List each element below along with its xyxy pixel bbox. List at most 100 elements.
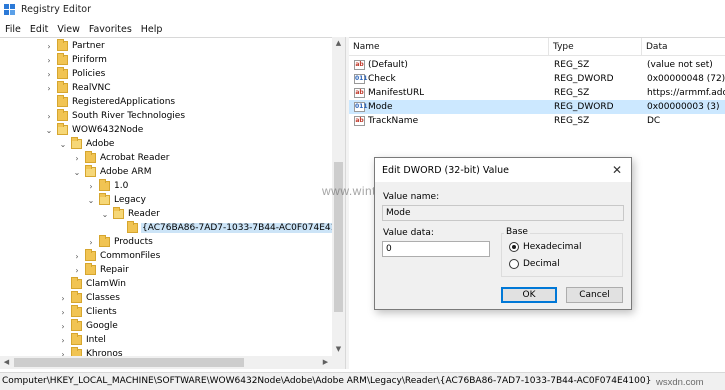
expanded-chevron-icon[interactable]: ⌄ [100,207,110,221]
dialog-title: Edit DWORD (32-bit) Value [382,165,509,176]
scroll-down-icon[interactable]: ▼ [332,343,345,356]
tree-item[interactable]: › Repair [72,263,130,277]
scroll-right-icon[interactable]: ▶ [319,356,332,369]
no-chevron-spacer [44,95,54,109]
tree-item[interactable]: ⌄ Adobe [58,137,115,151]
site-mark: wsxdn.com [656,377,704,388]
tree-item-label: {AC76BA86-7AD7-1033-7B44-AC0F074E4100} [141,223,345,233]
expanded-chevron-icon[interactable]: ⌄ [72,165,82,179]
scroll-up-icon[interactable]: ▲ [332,37,345,50]
folder-icon [71,277,82,289]
radio-hexadecimal-label: Hexadecimal [523,242,582,252]
menu-favorites[interactable]: Favorites [85,24,136,35]
value-row[interactable]: ab ManifestURL REG_SZ https://armmf.ado [349,86,725,100]
radio-decimal[interactable]: Decimal [509,259,560,269]
status-path: Computer\HKEY_LOCAL_MACHINE\SOFTWARE\WOW… [2,376,652,386]
value-type: REG_SZ [554,60,590,70]
tree-item[interactable]: ⌄ Reader [100,207,161,221]
string-value-icon: ab [354,60,365,70]
folder-icon [57,81,68,93]
collapsed-chevron-icon[interactable]: › [86,179,96,193]
collapsed-chevron-icon[interactable]: › [72,263,82,277]
no-chevron-spacer [114,221,124,235]
value-data-field[interactable]: 0 [382,241,490,257]
value-data: 0x00000048 (72) [647,74,725,84]
tree-item[interactable]: › CommonFiles [72,249,161,263]
tree-item[interactable]: › 1.0 [86,179,129,193]
tree-item[interactable]: › Khronos [58,347,124,356]
folder-icon [57,123,68,135]
tree-item[interactable]: › Policies [44,67,106,81]
folder-icon [71,291,82,303]
tree-item[interactable]: ⌄ Adobe ARM [72,165,153,179]
radio-checked-icon[interactable] [509,242,519,252]
registry-editor-icon [4,4,16,16]
scroll-left-icon[interactable]: ◀ [0,356,13,369]
collapsed-chevron-icon[interactable]: › [44,109,54,123]
value-data: (value not set) [647,60,713,70]
value-row[interactable]: ab TrackName REG_SZ DC [349,114,725,128]
base-groupbox [501,233,623,277]
column-data[interactable]: Data [642,38,725,56]
expanded-chevron-icon[interactable]: ⌄ [86,193,96,207]
scroll-thumb-horizontal[interactable] [14,358,244,367]
tree-item[interactable]: › Piriform [44,53,108,67]
menu-view[interactable]: View [53,24,84,35]
value-row[interactable]: ab (Default) REG_SZ (value not set) [349,58,725,72]
column-type[interactable]: Type [549,38,642,56]
column-name[interactable]: Name [349,38,549,56]
tree-item[interactable]: ClamWin [58,277,127,291]
value-row[interactable]: 011 Mode REG_DWORD 0x00000003 (3) [349,100,725,114]
collapsed-chevron-icon[interactable]: › [86,235,96,249]
window-title: Registry Editor [21,4,92,15]
collapsed-chevron-icon[interactable]: › [58,291,68,305]
menu-file[interactable]: File [1,24,25,35]
ok-button[interactable]: OK [501,287,557,303]
close-icon[interactable]: ✕ [609,162,625,178]
tree-item[interactable]: › Acrobat Reader [72,151,170,165]
value-type: REG_SZ [554,116,590,126]
tree-item[interactable]: › Products [86,235,154,249]
tree-item-label: Legacy [114,195,146,205]
tree-item[interactable]: › RealVNC [44,81,112,95]
tree-item-label: CommonFiles [100,251,161,261]
menu-help[interactable]: Help [137,24,167,35]
expanded-chevron-icon[interactable]: ⌄ [44,123,54,137]
tree-item[interactable]: RegisteredApplications [44,95,176,109]
tree-item-label: Adobe [86,139,115,149]
tree-item[interactable]: ⌄ WOW6432Node [44,123,144,137]
tree-item-label: Google [86,321,118,331]
tree-item[interactable]: › Intel [58,333,107,347]
tree-item[interactable]: › Google [58,319,119,333]
dword-value-icon: 011 [354,102,368,112]
collapsed-chevron-icon[interactable]: › [58,319,68,333]
radio-hexadecimal[interactable]: Hexadecimal [509,242,581,252]
folder-icon [85,165,96,177]
expanded-chevron-icon[interactable]: ⌄ [58,137,68,151]
value-row[interactable]: 011 Check REG_DWORD 0x00000048 (72) [349,72,725,86]
collapsed-chevron-icon[interactable]: › [44,67,54,81]
value-data: DC [647,116,661,126]
base-group-title: Base [504,227,530,237]
tree-item-label: Piriform [72,55,107,65]
collapsed-chevron-icon[interactable]: › [44,53,54,67]
collapsed-chevron-icon[interactable]: › [72,151,82,165]
tree-item[interactable]: ⌄ Legacy [86,193,147,207]
tree-item[interactable]: {AC76BA86-7AD7-1033-7B44-AC0F074E4100} [114,221,345,235]
tree-horizontal-scrollbar[interactable]: ◀ ▶ [0,356,345,369]
collapsed-chevron-icon[interactable]: › [58,333,68,347]
tree-item[interactable]: › Clients [58,305,118,319]
cancel-button[interactable]: Cancel [566,287,623,303]
collapsed-chevron-icon[interactable]: › [44,39,54,53]
collapsed-chevron-icon[interactable]: › [72,249,82,263]
radio-unchecked-icon[interactable] [509,259,519,269]
collapsed-chevron-icon[interactable]: › [58,347,68,357]
tree-item[interactable]: › Classes [58,291,121,305]
collapsed-chevron-icon[interactable]: › [58,305,68,319]
window-titlebar: Registry Editor [0,0,725,20]
collapsed-chevron-icon[interactable]: › [44,81,54,95]
tree-item[interactable]: › Partner [44,39,106,53]
value-type: REG_SZ [554,88,590,98]
menu-edit[interactable]: Edit [26,24,52,35]
tree-item[interactable]: › South River Technologies [44,109,186,123]
